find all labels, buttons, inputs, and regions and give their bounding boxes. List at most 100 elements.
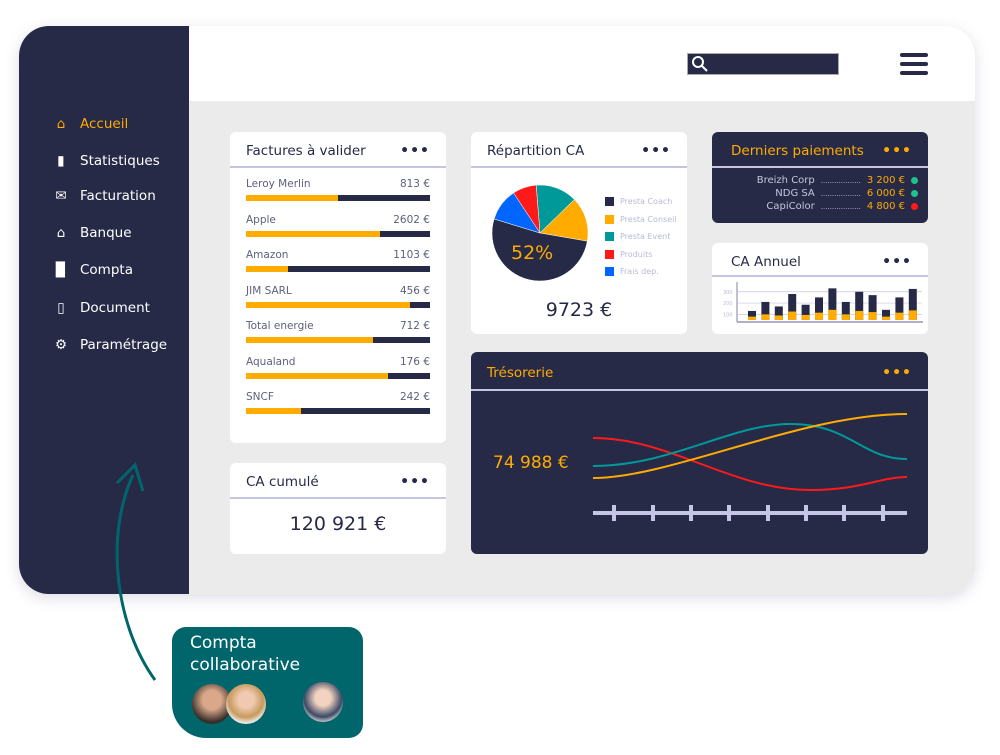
more-options-button[interactable]: ••• [882, 143, 912, 159]
document-icon: ▯ [57, 300, 65, 316]
invoice-row[interactable]: SNCF 242 € [246, 391, 430, 414]
sidebar-item-paramétrage[interactable]: ⚙ Paramétrage [52, 336, 167, 354]
badge-title-line1: Compta [190, 633, 257, 653]
avatar [226, 684, 266, 724]
legend-item: Presta Coach [605, 197, 672, 206]
invoice-row[interactable]: Total energie 712 € [246, 320, 430, 343]
bar-lower [841, 314, 850, 320]
envelope-icon: ✉ [55, 188, 67, 204]
bar-lower [748, 316, 756, 320]
invoice-name: Aqualand [246, 355, 296, 368]
bar-lower [895, 312, 904, 320]
invoice-name: JIM SARL [246, 284, 292, 297]
arrow-icon [115, 462, 157, 681]
invoice-amount: 176 € [399, 355, 430, 368]
invoice-progress-bar [246, 301, 430, 308]
bar-chart-icon: ▮ [57, 153, 65, 169]
leader-dots: .................. [820, 189, 861, 198]
bank-icon: ⌂ [56, 225, 66, 241]
legend-item: Produits [605, 249, 653, 259]
card-title: Derniers paiements [731, 143, 864, 159]
invoice-row[interactable]: Amazon 1103 € [246, 249, 430, 272]
sidebar-item-banque[interactable]: ⌂ Banque [52, 224, 132, 242]
payment-amount: 4 800 € [866, 201, 905, 212]
sidebar-item-label: Accueil [80, 116, 129, 132]
payment-amount: 3 200 € [866, 175, 905, 186]
tresorerie-card: Trésorerie ••• 74 988 € [471, 352, 928, 554]
more-options-button[interactable]: ••• [882, 254, 912, 270]
invoice-name: Leroy Merlin [246, 178, 311, 190]
card-title: CA cumulé [246, 474, 319, 490]
bar-lower [788, 311, 797, 320]
card-title: Factures à valider [246, 143, 366, 159]
bar-lower [761, 314, 770, 320]
legend-item: Presta Event [605, 232, 670, 241]
legend-label: Frais dep. [620, 267, 659, 276]
card-title: CA Annuel [731, 254, 801, 270]
invoice-row[interactable]: Aqualand 176 € [246, 355, 430, 379]
status-dot [911, 203, 918, 210]
payment-row[interactable]: CapiColor .................. 4 800 € [766, 201, 918, 212]
ca-annuel-bar-chart: 100 200 300 [723, 282, 923, 323]
factures-card: Factures à valider ••• Leroy Merlin 813 … [230, 132, 446, 443]
bar-lower [828, 309, 837, 320]
divider [712, 166, 928, 168]
status-dot [911, 177, 918, 184]
invoice-row[interactable]: Apple 2602 € [246, 213, 430, 237]
sidebar-item-label: Facturation [80, 188, 156, 204]
ca-cumule-value: 120 921 € [289, 513, 387, 535]
legend-label: Produits [620, 249, 653, 259]
sidebar-item-statistiques[interactable]: ▮ Statistiques [52, 152, 160, 170]
book-icon: ▉ [55, 262, 67, 278]
search-input[interactable] [687, 53, 839, 75]
more-options-button[interactable]: ••• [400, 143, 430, 159]
sidebar-item-facturation[interactable]: ✉ Facturation [52, 187, 156, 205]
sidebar-item-label: Banque [80, 225, 132, 241]
legend-label: Presta Coach [620, 197, 673, 206]
hamburger-menu-icon[interactable] [900, 53, 928, 75]
invoice-row[interactable]: Leroy Merlin 813 € [246, 178, 430, 201]
divider [471, 166, 687, 168]
more-options-button[interactable]: ••• [400, 474, 430, 490]
sidebar-item-document[interactable]: ▯ Document [52, 299, 150, 317]
ca-cumule-card: CA cumulé ••• 120 921 € [230, 463, 446, 554]
invoice-name: Total energie [246, 320, 314, 332]
sidebar-item-label: Document [80, 300, 150, 316]
payment-row[interactable]: NDG SA .................. 6 000 € [775, 188, 918, 199]
sidebar-item-compta[interactable]: ▉ Compta [52, 261, 133, 279]
compta-collaborative-badge[interactable]: Compta collaborative [172, 627, 363, 738]
bar-lower [774, 315, 783, 320]
sidebar-item-label: Compta [80, 262, 133, 278]
divider [230, 497, 446, 499]
more-options-button[interactable]: ••• [641, 143, 671, 159]
search-icon [692, 56, 708, 72]
header [189, 26, 975, 101]
y-tick-label: 200 [723, 301, 733, 307]
invoice-progress-bar [246, 230, 430, 237]
invoice-name: Apple [246, 213, 276, 226]
payment-name: CapiColor [766, 201, 815, 212]
invoice-row[interactable]: JIM SARL 456 € [246, 284, 430, 308]
invoice-amount: 1103 € [393, 249, 430, 261]
repartition-total: 9723 € [545, 299, 613, 321]
payment-name: NDG SA [775, 188, 815, 199]
invoice-name: SNCF [246, 391, 274, 403]
invoice-progress-bar [246, 337, 430, 343]
paiements-card: Derniers paiements ••• Breizh Corp .....… [712, 132, 928, 223]
bar-lower [908, 310, 917, 320]
bar-lower [868, 312, 877, 320]
repartition-card: Répartition CA ••• 52% Presta Coach Prest… [471, 132, 687, 334]
invoice-progress-bar [246, 408, 430, 414]
sidebar-item-label: Statistiques [80, 153, 160, 169]
pie-center-label: 52% [511, 242, 554, 264]
invoice-amount: 456 € [399, 284, 430, 297]
badge-title-line2: collaborative [190, 655, 301, 675]
invoice-amount: 242 € [399, 391, 430, 403]
invoice-name: Amazon [246, 249, 289, 261]
card-title: Répartition CA [487, 143, 585, 159]
bar-lower [882, 316, 890, 320]
invoice-amount: 2602 € [393, 213, 430, 226]
payment-row[interactable]: Breizh Corp .................. 3 200 € [757, 175, 918, 186]
avatar [303, 682, 343, 722]
sidebar-item-accueil[interactable]: ⌂ Accueil [52, 115, 129, 133]
